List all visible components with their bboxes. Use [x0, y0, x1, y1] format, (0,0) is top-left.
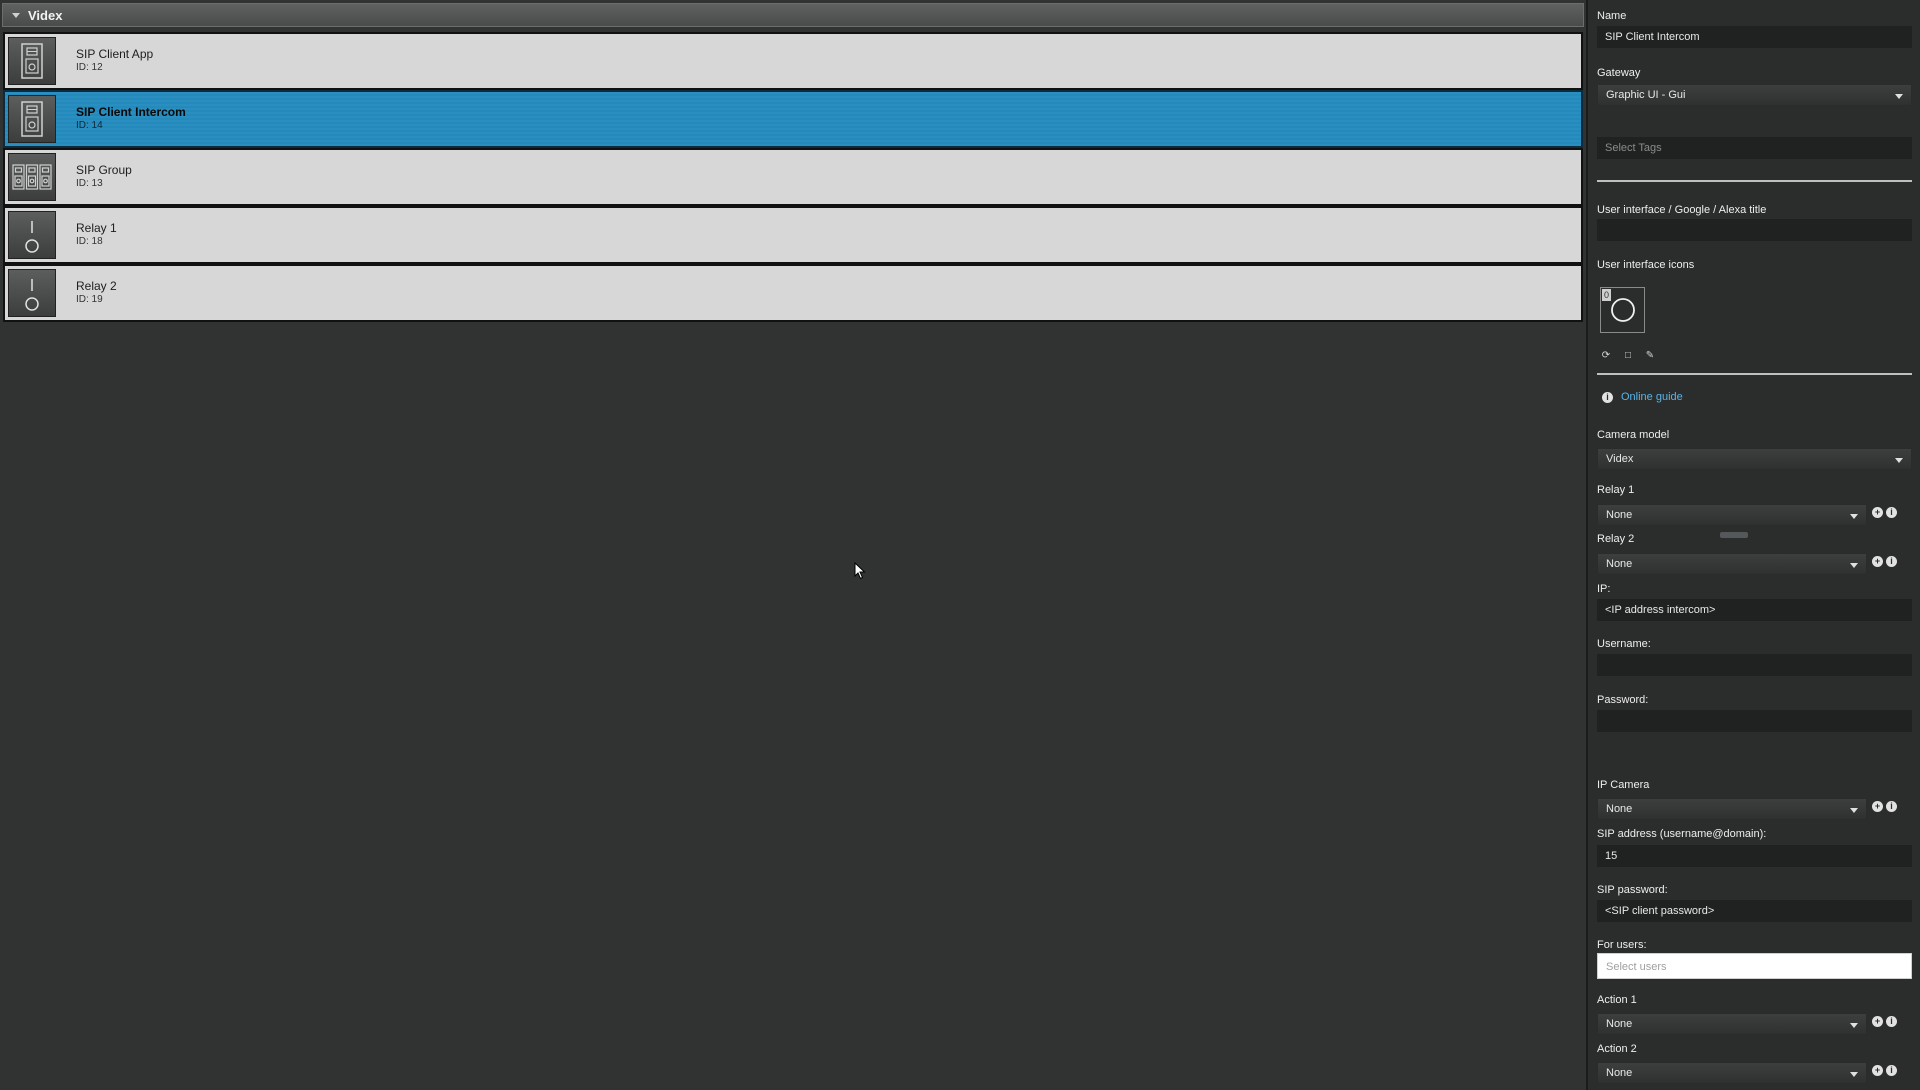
add-icon[interactable]: +	[1872, 1065, 1883, 1076]
ui-icons-label: User interface icons	[1597, 259, 1695, 271]
device-row-relay-2[interactable]: Relay 2 ID: 19	[3, 264, 1583, 322]
relay2-label: Relay 2	[1597, 533, 1635, 545]
camera-model-select[interactable]: Videx	[1597, 448, 1912, 470]
add-icon[interactable]: +	[1872, 556, 1883, 567]
name-label: Name	[1597, 10, 1627, 22]
collapse-caret-icon[interactable]	[12, 12, 20, 18]
group-icon	[8, 153, 56, 201]
action2-label: Action 2	[1597, 1043, 1637, 1055]
device-row-sip-client-app[interactable]: SIP Client App ID: 12	[3, 32, 1583, 90]
device-name: SIP Client App	[76, 47, 154, 61]
add-icon[interactable]: +	[1872, 507, 1883, 518]
ip-camera-select[interactable]: None	[1597, 798, 1867, 820]
info-icon[interactable]: i	[1886, 556, 1897, 567]
ui-title-label: User interface / Google / Alexa title	[1597, 204, 1767, 216]
device-row-sip-client-intercom[interactable]: SIP Client Intercom ID: 14	[3, 90, 1583, 148]
chevron-down-icon	[1850, 514, 1858, 519]
info-icon[interactable]: i	[1886, 507, 1897, 518]
ui-icon-slot[interactable]: 0	[1600, 287, 1645, 333]
camera-model-label: Camera model	[1597, 429, 1670, 441]
gateway-label: Gateway	[1597, 67, 1641, 79]
group-title: Videx	[28, 7, 63, 23]
intercom-icon	[8, 95, 56, 143]
info-icon[interactable]: i	[1886, 1016, 1897, 1027]
chevron-down-icon	[1895, 94, 1903, 99]
chevron-down-icon	[1850, 1072, 1858, 1077]
relay1-select[interactable]: None	[1597, 504, 1867, 526]
relay-icon	[8, 211, 56, 259]
username-label: Username:	[1597, 638, 1651, 650]
action1-label: Action 1	[1597, 994, 1637, 1006]
edit-icon[interactable]: ✎	[1644, 350, 1656, 362]
info-icon: i	[1602, 391, 1613, 403]
divider	[1597, 180, 1912, 182]
delete-icon[interactable]: □	[1622, 350, 1634, 362]
device-row-relay-1[interactable]: Relay 1 ID: 18	[3, 206, 1583, 264]
action2-select[interactable]: None	[1597, 1062, 1867, 1084]
name-input[interactable]: SIP Client Intercom	[1597, 26, 1912, 48]
drag-handle[interactable]	[1720, 532, 1748, 538]
username-input[interactable]	[1597, 654, 1912, 676]
relay1-label: Relay 1	[1597, 484, 1635, 496]
device-id: ID: 18	[76, 236, 103, 247]
relay2-select[interactable]: None	[1597, 553, 1867, 575]
group-header-videx[interactable]: Videx	[2, 3, 1584, 27]
add-icon[interactable]: +	[1872, 801, 1883, 812]
sip-address-label: SIP address (username@domain):	[1597, 828, 1767, 840]
device-list: SIP Client App ID: 12 SIP Client Interco…	[3, 32, 1583, 322]
device-row-sip-group[interactable]: SIP Group ID: 13	[3, 148, 1583, 206]
info-icon[interactable]: i	[1886, 801, 1897, 812]
sip-password-input[interactable]: <SIP client password>	[1597, 900, 1912, 922]
device-name: Relay 1	[76, 221, 117, 235]
chevron-down-icon	[1850, 808, 1858, 813]
chevron-down-icon	[1850, 563, 1858, 568]
divider	[1597, 373, 1912, 375]
tags-select[interactable]: Select Tags	[1597, 137, 1912, 159]
action1-select[interactable]: None	[1597, 1013, 1867, 1035]
properties-panel: Name SIP Client Intercom Gateway Graphic…	[1586, 0, 1920, 1090]
sip-password-label: SIP password:	[1597, 884, 1668, 896]
sip-address-input[interactable]: 15	[1597, 845, 1912, 867]
device-id: ID: 19	[76, 294, 103, 305]
device-id: ID: 13	[76, 178, 103, 189]
mouse-pointer-icon	[854, 561, 866, 583]
upload-icon[interactable]: ⟳	[1600, 350, 1612, 362]
chevron-down-icon	[1850, 1023, 1858, 1028]
gateway-select[interactable]: Graphic UI - Gui	[1597, 84, 1912, 106]
device-name: SIP Client Intercom	[76, 105, 186, 119]
for-users-select[interactable]: Select users	[1597, 953, 1912, 979]
ip-camera-label: IP Camera	[1597, 779, 1650, 791]
intercom-icon	[8, 37, 56, 85]
ip-label: IP:	[1597, 583, 1611, 595]
device-id: ID: 14	[76, 120, 103, 131]
password-label: Password:	[1597, 694, 1649, 706]
icon-index-tag: 0	[1602, 289, 1611, 301]
online-guide[interactable]: i Online guide	[1602, 391, 1683, 403]
info-icon[interactable]: i	[1886, 1065, 1897, 1076]
device-id: ID: 12	[76, 62, 103, 73]
add-icon[interactable]: +	[1872, 1016, 1883, 1027]
ui-title-input[interactable]	[1597, 219, 1912, 241]
device-name: Relay 2	[76, 279, 117, 293]
device-list-pane: Videx SIP Client App ID: 12 SIP Client I…	[0, 0, 1586, 1090]
for-users-label: For users:	[1597, 939, 1647, 951]
chevron-down-icon	[1895, 458, 1903, 463]
ip-input[interactable]: <IP address intercom>	[1597, 599, 1912, 621]
relay-icon	[8, 269, 56, 317]
password-input[interactable]	[1597, 710, 1912, 732]
online-guide-link[interactable]: Online guide	[1621, 391, 1683, 403]
device-name: SIP Group	[76, 163, 132, 177]
